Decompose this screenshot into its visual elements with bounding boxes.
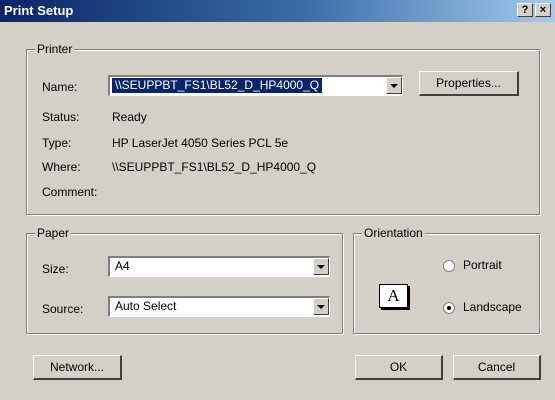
status-label: Status: [42, 110, 80, 124]
paper-size-dropdown-button[interactable] [313, 258, 329, 275]
status-value: Ready [112, 110, 147, 124]
type-value: HP LaserJet 4050 Series PCL 5e [112, 136, 289, 150]
network-button[interactable]: Network... [33, 355, 122, 380]
comment-label: Comment: [42, 185, 98, 199]
ok-button[interactable]: OK [355, 355, 443, 380]
type-label: Type: [42, 136, 72, 150]
size-label: Size: [42, 262, 69, 276]
window-title: Print Setup [4, 3, 74, 18]
printer-name-value: \\SEUPPBT_FS1\BL52_D_HP4000_Q [112, 78, 323, 93]
help-button[interactable]: ? [517, 3, 533, 17]
name-label: Name: [42, 80, 78, 94]
paper-group-label: Paper [35, 226, 72, 240]
cancel-button[interactable]: Cancel [453, 355, 541, 380]
paper-source-value: Auto Select [115, 299, 177, 313]
paper-source-dropdown-button[interactable] [313, 298, 329, 315]
where-label: Where: [42, 160, 81, 174]
chevron-down-icon [390, 84, 398, 88]
properties-button[interactable]: Properties... [419, 71, 519, 96]
orientation-group-label: Orientation [362, 226, 425, 240]
landscape-orientation-icon: A [379, 284, 408, 308]
portrait-label[interactable]: Portrait [463, 258, 502, 272]
paper-source-select[interactable]: Auto Select [108, 296, 330, 317]
portrait-radio[interactable] [443, 260, 455, 272]
title-bar: Print Setup ? × [0, 0, 555, 22]
source-label: Source: [42, 302, 84, 316]
close-button[interactable]: × [535, 3, 551, 17]
chevron-down-icon [317, 305, 325, 309]
printer-group-label: Printer [35, 42, 75, 56]
printer-name-dropdown-button[interactable] [386, 77, 402, 94]
paper-size-select[interactable]: A4 [108, 256, 330, 277]
chevron-down-icon [317, 265, 325, 269]
printer-name-select[interactable]: \\SEUPPBT_FS1\BL52_D_HP4000_Q [108, 75, 403, 96]
where-value: \\SEUPPBT_FS1\BL52_D_HP4000_Q [112, 160, 317, 174]
paper-size-value: A4 [115, 259, 130, 273]
paper-group: Paper [26, 226, 343, 334]
landscape-label[interactable]: Landscape [463, 300, 522, 314]
landscape-radio[interactable] [443, 302, 455, 314]
